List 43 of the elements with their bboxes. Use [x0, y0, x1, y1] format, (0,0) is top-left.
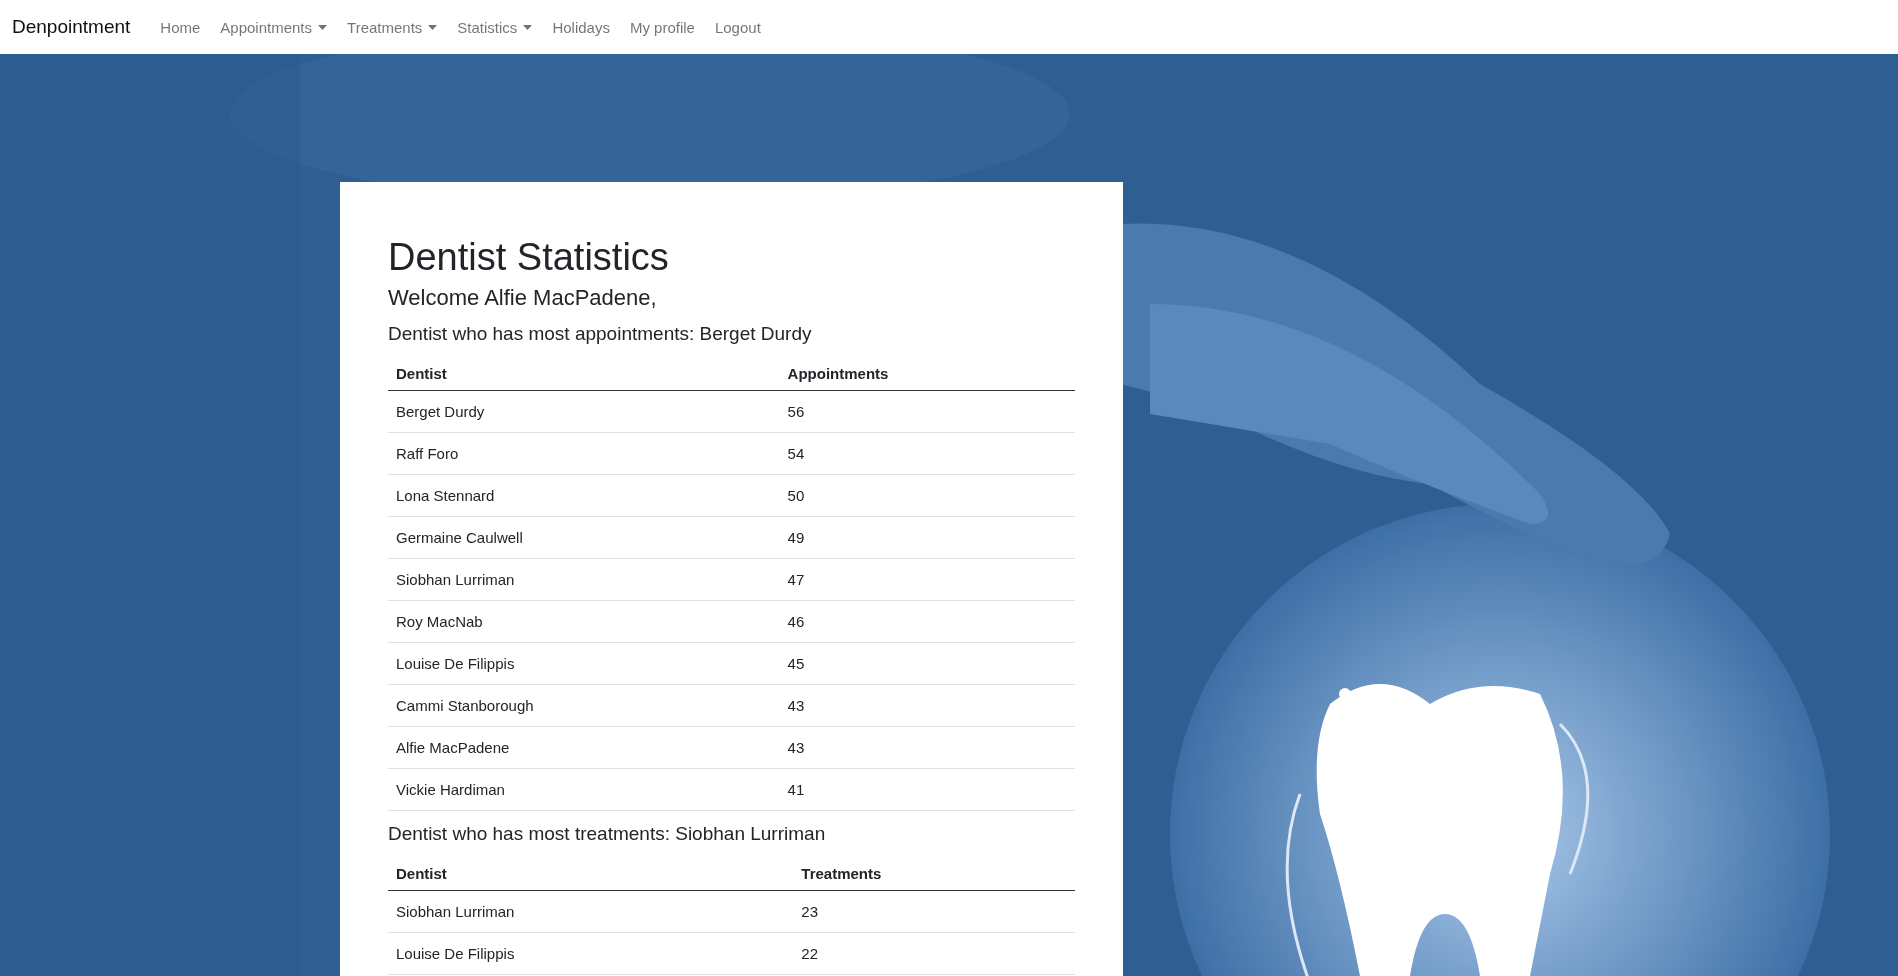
- page-title: Dentist Statistics: [388, 236, 670, 279]
- table-cell: 47: [779, 558, 1075, 601]
- nav-dropdown[interactable]: Treatments: [339, 10, 446, 44]
- table-cell: 43: [779, 684, 1075, 727]
- column-header: Appointments: [779, 357, 1075, 391]
- table-cell: Cammi Stanborough: [388, 684, 780, 727]
- column-header: Treatments: [793, 857, 1075, 891]
- table-cell: 54: [779, 432, 1075, 475]
- table-cell: 50: [779, 474, 1075, 517]
- table-cell: 56: [779, 390, 1075, 433]
- column-header: Dentist: [388, 857, 794, 891]
- caret-icon: [318, 24, 328, 30]
- table-cell: Germaine Caulwell: [388, 516, 780, 559]
- caret-icon: [523, 24, 533, 30]
- table-cell: Louise De Filippis: [388, 932, 794, 975]
- table-cell: Raff Foro: [388, 432, 780, 475]
- section-heading: Dentist who has most appointments: Berget Durdy: [388, 323, 813, 345]
- nav-link[interactable]: My profile: [621, 10, 703, 44]
- nav-link[interactable]: Logout: [706, 10, 769, 44]
- nav-link[interactable]: Holidays: [544, 10, 618, 44]
- column-header: Dentist: [388, 357, 780, 391]
- table-cell: 22: [793, 932, 1075, 975]
- section-heading: Dentist who has most treatments: Siobhan Lurriman: [388, 823, 827, 845]
- table-cell: Alfie MacPadene: [388, 726, 780, 769]
- table-cell: 41: [779, 768, 1075, 811]
- nav-dropdown[interactable]: Statistics: [449, 10, 541, 44]
- table-cell: Roy MacNab: [388, 600, 780, 643]
- table-cell: Lona Stennard: [388, 474, 780, 517]
- table-cell: Siobhan Lurriman: [388, 890, 794, 933]
- table-cell: 45: [779, 642, 1075, 685]
- table-cell: 46: [779, 600, 1075, 643]
- table-cell: Vickie Hardiman: [388, 768, 780, 811]
- nav-link[interactable]: Home: [152, 10, 209, 44]
- welcome-text: Welcome Alfie MacPadene,: [388, 285, 658, 311]
- table-cell: 49: [779, 516, 1075, 559]
- caret-icon: [428, 24, 438, 30]
- nav-dropdown[interactable]: Appointments: [212, 10, 336, 44]
- brand-link[interactable]: Denpointment: [12, 16, 131, 38]
- table-cell: 23: [793, 890, 1075, 933]
- table-cell: Louise De Filippis: [388, 642, 780, 685]
- table-cell: 43: [779, 726, 1075, 769]
- table-cell: Berget Durdy: [388, 390, 780, 433]
- table-cell: Siobhan Lurriman: [388, 558, 780, 601]
